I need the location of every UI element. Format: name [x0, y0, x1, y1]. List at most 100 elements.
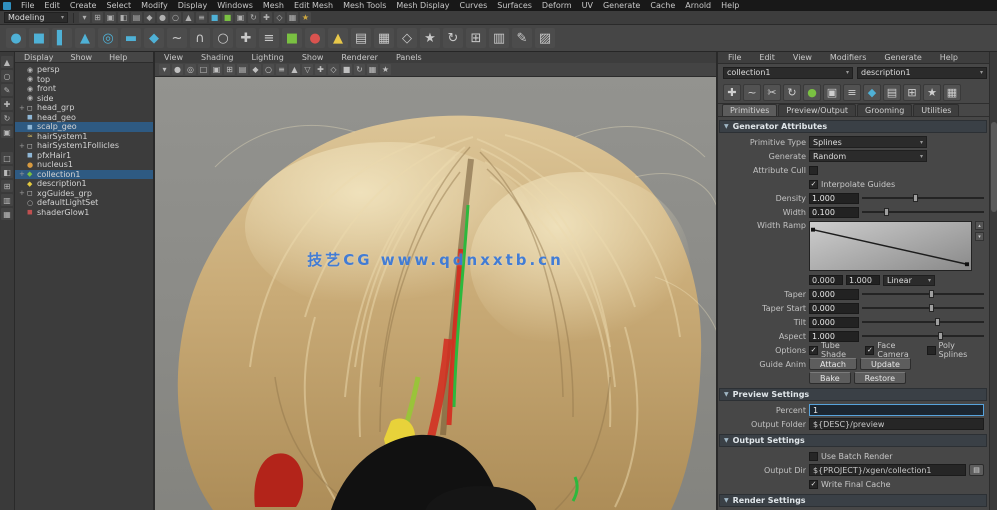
outliner-item[interactable]: + ◻ xgGuides_grp: [15, 189, 153, 199]
viewport-toolbar-icon[interactable]: ◆: [250, 64, 261, 75]
status-icon[interactable]: ▦: [287, 12, 298, 23]
viewport-menu-item[interactable]: Show: [297, 52, 329, 63]
xgen-menu-item[interactable]: Modifiers: [825, 52, 872, 63]
slider-handle[interactable]: [938, 332, 943, 340]
outliner-item[interactable]: ◉ front: [15, 84, 153, 94]
shelf-icon[interactable]: ●: [305, 28, 325, 48]
shelf-icon[interactable]: ○: [213, 28, 233, 48]
outliner-item[interactable]: ◆ description1: [15, 179, 153, 189]
shelf-icon[interactable]: ■: [282, 28, 302, 48]
status-icon[interactable]: ▣: [235, 12, 246, 23]
shelf-icon[interactable]: ↻: [443, 28, 463, 48]
outliner-item[interactable]: ≈ hairSystem1: [15, 132, 153, 142]
ramp-zoom-in-button[interactable]: ▴: [975, 221, 984, 230]
xgen-menu-item[interactable]: View: [788, 52, 817, 63]
shelf-icon[interactable]: ▲: [328, 28, 348, 48]
viewport-menu-item[interactable]: Shading: [196, 52, 239, 63]
tool-icon[interactable]: ✚: [1, 98, 13, 110]
menubar-item[interactable]: Windows: [212, 1, 258, 10]
xgen-toolbar-icon[interactable]: ✂: [763, 84, 781, 101]
primitive-type-select[interactable]: Splines ▾: [809, 136, 927, 148]
tool-icon[interactable]: ▣: [1, 126, 13, 138]
status-icon[interactable]: ◧: [118, 12, 129, 23]
outliner-item[interactable]: ◉ side: [15, 94, 153, 104]
shelf-icon[interactable]: ◆: [144, 28, 164, 48]
menubar-item[interactable]: Display: [173, 1, 213, 10]
attach-button[interactable]: Attach: [809, 358, 857, 370]
menubar-item[interactable]: Mesh: [258, 1, 289, 10]
shelf-icon[interactable]: ▦: [374, 28, 394, 48]
viewport-toolbar-icon[interactable]: ↻: [354, 64, 365, 75]
xgen-tab[interactable]: Preview/Output: [778, 104, 856, 116]
description-select[interactable]: description1 ▾: [857, 67, 987, 79]
shelf-icon[interactable]: ⊞: [466, 28, 486, 48]
xgen-menu-item[interactable]: Help: [935, 52, 963, 63]
layout-icon[interactable]: ▦: [1, 208, 13, 220]
shelf-icon[interactable]: ∩: [190, 28, 210, 48]
shelf-icon[interactable]: ◇: [397, 28, 417, 48]
viewport-toolbar-icon[interactable]: □: [198, 64, 209, 75]
menubar-item[interactable]: Curves: [454, 1, 492, 10]
slider-handle[interactable]: [929, 304, 934, 312]
shelf-icon[interactable]: ✚: [236, 28, 256, 48]
bake-button[interactable]: Bake: [809, 372, 851, 384]
primitive-value-field[interactable]: 0.000: [809, 289, 859, 300]
outliner-item[interactable]: + ◻ head_grp: [15, 103, 153, 113]
primitive-value-field[interactable]: 0.000: [809, 317, 859, 328]
status-icon[interactable]: ⊞: [92, 12, 103, 23]
status-icon[interactable]: ✚: [261, 12, 272, 23]
layout-icon[interactable]: ◧: [1, 166, 13, 178]
density-slider[interactable]: [862, 193, 984, 203]
outliner-item[interactable]: ◼ scalp_geo: [15, 122, 153, 132]
menubar-item[interactable]: Surfaces: [492, 1, 537, 10]
menubar-item[interactable]: Modify: [136, 1, 173, 10]
xgen-toolbar-icon[interactable]: ↻: [783, 84, 801, 101]
ramp-selected-position-field[interactable]: 0.000: [809, 275, 843, 285]
viewport-toolbar-icon[interactable]: ▲: [289, 64, 300, 75]
outliner-item[interactable]: ● nucleus1: [15, 160, 153, 170]
menubar-item[interactable]: File: [16, 1, 39, 10]
viewport-toolbar-icon[interactable]: ▦: [367, 64, 378, 75]
use-batch-checkbox[interactable]: [809, 452, 818, 461]
viewport-toolbar-icon[interactable]: ○: [263, 64, 274, 75]
primitive-slider[interactable]: [862, 317, 984, 327]
xgen-toolbar-icon[interactable]: ✚: [723, 84, 741, 101]
status-icon[interactable]: ↻: [248, 12, 259, 23]
viewport-toolbar-icon[interactable]: ✚: [315, 64, 326, 75]
ramp-interpolation-select[interactable]: Linear ▾: [883, 275, 935, 286]
xgen-tab[interactable]: Utilities: [913, 104, 959, 116]
viewport-toolbar-icon[interactable]: ◇: [328, 64, 339, 75]
interpolate-guides-checkbox[interactable]: ✓: [809, 180, 818, 189]
status-icon[interactable]: ▲: [183, 12, 194, 23]
outliner-item[interactable]: ◼ shaderGlow1: [15, 208, 153, 218]
xgen-menu-item[interactable]: Generate: [879, 52, 926, 63]
viewport-toolbar-icon[interactable]: ▾: [159, 64, 170, 75]
tool-icon[interactable]: ✎: [1, 84, 13, 96]
shelf-icon[interactable]: ▬: [121, 28, 141, 48]
menubar-item[interactable]: Arnold: [680, 1, 716, 10]
shelf-icon[interactable]: ▌: [52, 28, 72, 48]
collection-select[interactable]: collection1 ▾: [723, 67, 853, 79]
shelf-icon[interactable]: ▤: [351, 28, 371, 48]
viewport-toolbar-icon[interactable]: ▽: [302, 64, 313, 75]
viewport-menu-item[interactable]: Panels: [391, 52, 427, 63]
output-folder-field[interactable]: ${DESC}/preview: [809, 418, 984, 430]
viewport-toolbar-icon[interactable]: ◎: [185, 64, 196, 75]
xgen-toolbar-icon[interactable]: ★: [923, 84, 941, 101]
xgen-toolbar-icon[interactable]: ◆: [863, 84, 881, 101]
tool-icon[interactable]: ▲: [1, 56, 13, 68]
shelf-icon[interactable]: ▨: [535, 28, 555, 48]
expander-icon[interactable]: +: [19, 142, 25, 150]
tool-icon[interactable]: ○: [1, 70, 13, 82]
menubar-item[interactable]: Mesh Display: [391, 1, 454, 10]
section-header-generator[interactable]: ▼ Generator Attributes: [719, 120, 987, 133]
ramp-zoom-out-button[interactable]: ▾: [975, 232, 984, 241]
shelf-icon[interactable]: ★: [420, 28, 440, 48]
density-field[interactable]: 1.000: [809, 193, 859, 204]
viewport-toolbar-icon[interactable]: ■: [341, 64, 352, 75]
panel-scrollbar[interactable]: [989, 52, 997, 510]
menubar-item[interactable]: Cache: [645, 1, 680, 10]
section-header-render[interactable]: ▼ Render Settings: [719, 494, 987, 507]
width-ramp-widget[interactable]: [809, 221, 972, 271]
status-icon[interactable]: ■: [209, 12, 220, 23]
